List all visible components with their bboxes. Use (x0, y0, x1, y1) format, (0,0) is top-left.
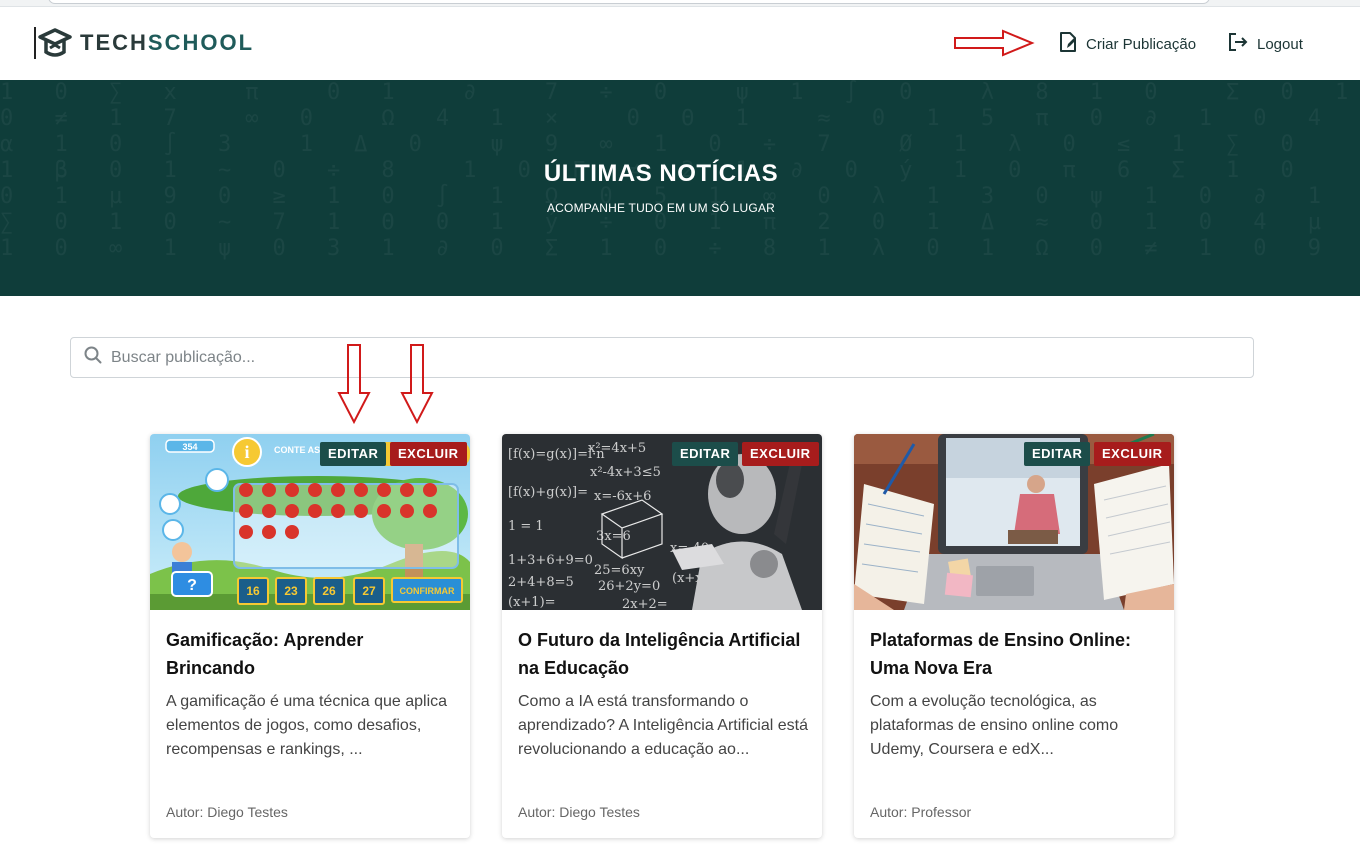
svg-text:?: ? (187, 577, 197, 594)
svg-text:CONTE AS: CONTE AS (274, 445, 320, 455)
svg-text:x=-6x+6: x=-6x+6 (594, 489, 651, 504)
svg-text:354: 354 (182, 442, 197, 452)
hero-subtitle: ACOMPANHE TUDO EM UM SÓ LUGAR (546, 201, 776, 215)
create-post-label: Criar Publicação (1086, 35, 1197, 53)
edit-button[interactable]: EDITAR (1024, 442, 1091, 466)
svg-text:3x=6: 3x=6 (596, 529, 631, 544)
svg-text:i: i (244, 442, 249, 462)
post-thumbnail-game: 354 i CONTE AS ? 16 23 26 27 CONFIRMAR E… (150, 434, 470, 610)
svg-text:25=6xy: 25=6xy (594, 563, 645, 578)
logout-link[interactable]: Logout (1227, 31, 1303, 57)
delete-button[interactable]: EXCLUIR (1094, 442, 1171, 466)
search-input[interactable] (111, 348, 1211, 367)
svg-text:x²=4x+5: x²=4x+5 (588, 441, 646, 456)
hero-banner: 1 0 ∑ x π 0 1 ∂ 7 ÷ 0 ψ 1 ∫ 0 λ 8 1 0 Σ … (0, 80, 1360, 296)
logout-label: Logout (1257, 35, 1303, 53)
hero-title: ÚLTIMAS NOTÍCIAS (543, 160, 779, 187)
graduation-cap-icon (38, 26, 72, 60)
edit-document-icon (1058, 31, 1086, 57)
post-card[interactable]: [f(x)=g(x)]=l·n [f(x)+g(x)]= 1 = 1 1+3+6… (502, 434, 822, 838)
svg-text:2+4+8=5: 2+4+8=5 (508, 575, 574, 590)
post-excerpt: A gamificação é uma técnica que aplica e… (166, 693, 448, 758)
search-bar[interactable] (70, 337, 1254, 378)
annotation-arrow-down-icon (337, 344, 371, 425)
logout-icon (1227, 31, 1257, 57)
delete-button[interactable]: EXCLUIR (742, 442, 819, 466)
annotation-arrow-down-icon (400, 344, 434, 425)
logo-text-tech: TECH (80, 30, 148, 55)
svg-text:2x+2=: 2x+2= (622, 597, 668, 610)
hero-background-pattern: 1 0 ∑ x π 0 1 ∂ 7 ÷ 0 ψ 1 ∫ 0 λ 8 1 0 Σ … (0, 80, 1360, 261)
create-post-link[interactable]: Criar Publicação (1058, 31, 1196, 57)
post-card[interactable]: 354 i CONTE AS ? 16 23 26 27 CONFIRMAR E… (150, 434, 470, 838)
svg-text:(x+1)=: (x+1)= (508, 595, 556, 610)
post-author: Autor: Professor (870, 804, 972, 820)
svg-text:26+2y=0: 26+2y=0 (598, 579, 660, 594)
post-title[interactable]: Plataformas de Ensino Online: Uma Nova E… (870, 626, 1160, 682)
address-bar[interactable] (48, 0, 1210, 4)
post-author: Autor: Diego Testes (166, 804, 288, 820)
svg-text:27: 27 (362, 584, 376, 598)
svg-text:x²-4x+3≤5: x²-4x+3≤5 (590, 465, 661, 480)
browser-chrome (0, 0, 1360, 7)
post-thumbnail-online-learning: EDITAR EXCLUIR (854, 434, 1174, 610)
delete-button[interactable]: EXCLUIR (390, 442, 467, 466)
post-author: Autor: Diego Testes (518, 804, 640, 820)
svg-text:23: 23 (284, 584, 298, 598)
post-card[interactable]: EDITAR EXCLUIR Plataformas de Ensino Onl… (854, 434, 1174, 838)
svg-text:1 = 1: 1 = 1 (508, 519, 544, 534)
post-thumbnail-ai: [f(x)=g(x)]=l·n [f(x)+g(x)]= 1 = 1 1+3+6… (502, 434, 822, 610)
search-icon (71, 346, 102, 369)
post-excerpt: Como a IA está transformando o aprendiza… (518, 693, 808, 758)
post-excerpt: Com a evolução tecnológica, as plataform… (870, 693, 1119, 758)
svg-text:16: 16 (246, 584, 260, 598)
post-title[interactable]: O Futuro da Inteligência Artificial na E… (518, 626, 808, 682)
site-logo[interactable]: TECHSCHOOL (34, 25, 254, 61)
text-cursor (34, 27, 36, 59)
edit-button[interactable]: EDITAR (672, 442, 739, 466)
logo-text-school: SCHOOL (147, 30, 255, 55)
edit-button[interactable]: EDITAR (320, 442, 387, 466)
site-header: TECHSCHOOL Criar Publicação Logout (0, 7, 1360, 80)
svg-text:[f(x)+g(x)]=: [f(x)+g(x)]= (508, 485, 588, 500)
svg-text:26: 26 (322, 584, 336, 598)
svg-text:1+3+6+9=0: 1+3+6+9=0 (508, 553, 593, 568)
svg-text:CONFIRMAR: CONFIRMAR (400, 586, 455, 596)
annotation-arrow-right-icon (954, 29, 1035, 57)
post-title[interactable]: Gamificação: Aprender Brincando (166, 626, 456, 682)
